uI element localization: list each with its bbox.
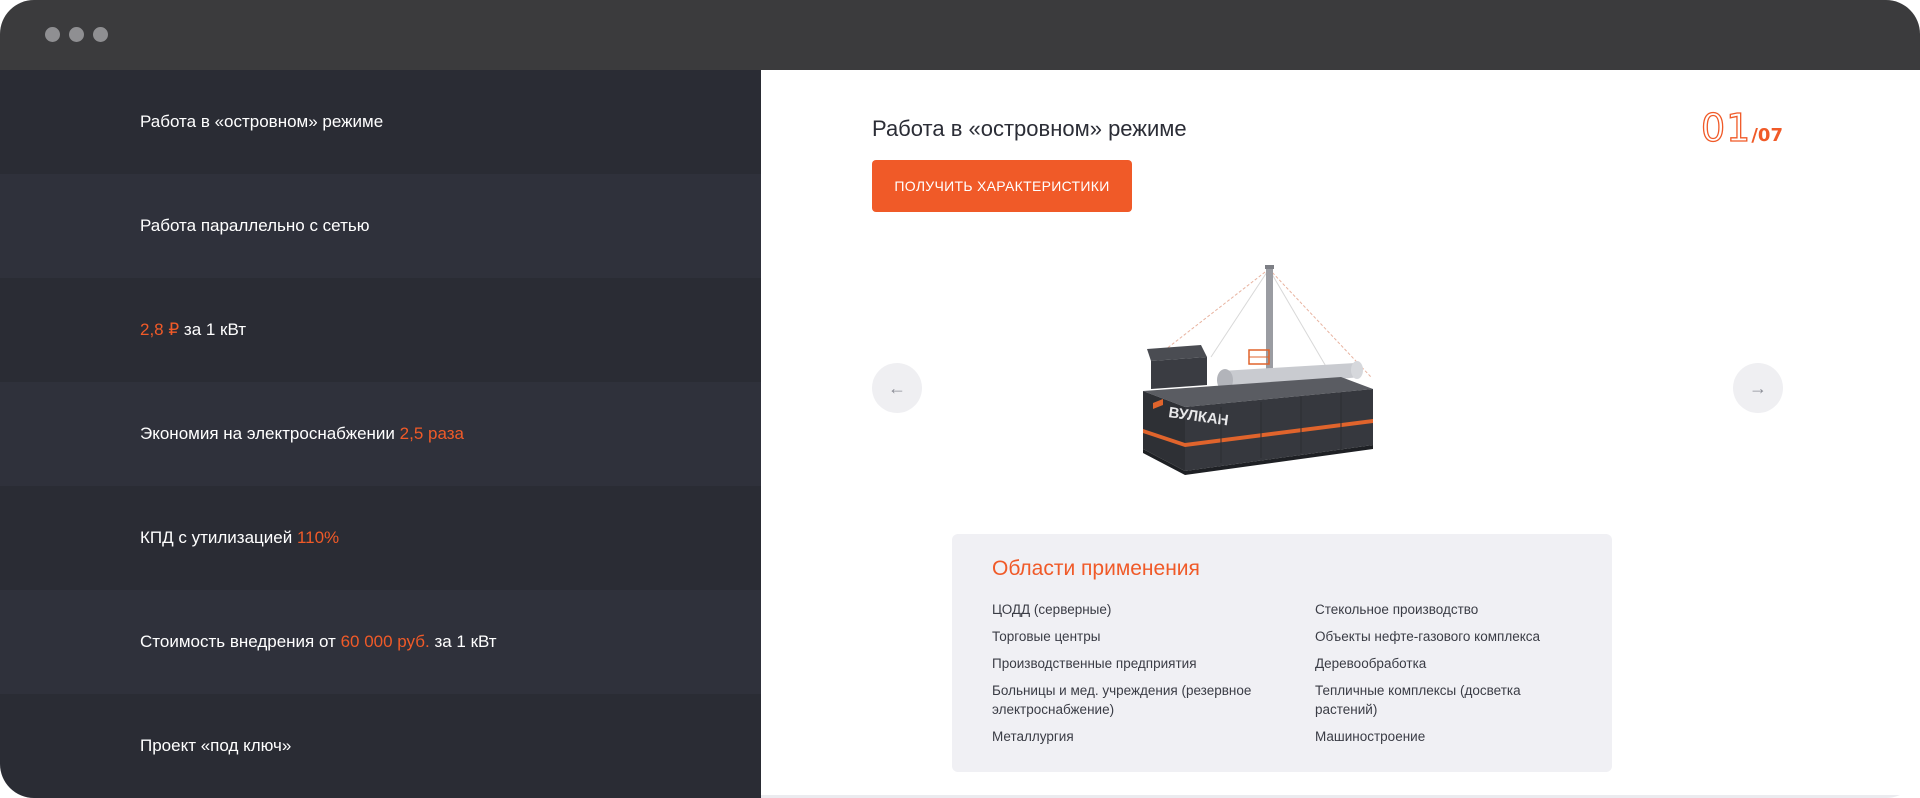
sidebar-item-price-per-kw[interactable]: 2,8 ₽ за 1 кВт [0, 278, 761, 382]
sidebar-item-text: Экономия на электроснабжении 2,5 раза [140, 424, 464, 443]
applications-column-left: ЦОДД (серверные) Торговые центры Произво… [992, 600, 1262, 754]
sidebar-item-text: Проект «под ключ» [140, 736, 292, 755]
sidebar-item-text: Стоимость внедрения от 60 000 руб. за 1 … [140, 632, 497, 651]
list-item: Тепличные комплексы (досветка растений) [1315, 683, 1521, 717]
sidebar-item-implementation-cost[interactable]: Стоимость внедрения от 60 000 руб. за 1 … [0, 590, 761, 694]
list-item: Машиностроение [1315, 729, 1426, 744]
applications-column-right: Стекольное производство Объекты нефте-га… [1315, 600, 1585, 754]
list-item: Производственные предприятия [992, 656, 1197, 671]
arrow-left-icon: ← [888, 377, 906, 398]
list-item: Торговые центры [992, 629, 1101, 644]
applications-panel: Области применения ЦОДД (серверные) Торг… [952, 534, 1612, 772]
sidebar-item-grid-parallel[interactable]: Работа параллельно с сетью [0, 174, 761, 278]
next-slide-button[interactable]: → [1733, 363, 1783, 413]
window-control-dot[interactable] [69, 27, 84, 42]
sidebar-item-text: 2,8 ₽ за 1 кВт [140, 320, 247, 339]
slide-content: Работа в «островном» режиме 01/07 ПОЛУЧИ… [761, 70, 1920, 798]
window-control-dot[interactable] [93, 27, 108, 42]
generator-container-image: ВУЛКАН [1143, 265, 1373, 475]
sidebar-item-savings[interactable]: Экономия на электроснабжении 2,5 раза [0, 382, 761, 486]
sidebar-item-text: КПД с утилизацией 110% [140, 528, 340, 547]
browser-window: Работа в «островном» режиме Работа парал… [0, 0, 1920, 798]
list-item: Больницы и мед. учреждения (резервное эл… [992, 683, 1252, 717]
sidebar-item-island-mode[interactable]: Работа в «островном» режиме [0, 70, 761, 174]
list-item: Стекольное производство [1315, 602, 1479, 617]
list-item: Деревообработка [1315, 656, 1427, 671]
slide-counter-current: 01 [1700, 105, 1752, 150]
list-item: Металлургия [992, 729, 1074, 744]
list-item: Объекты нефте-газового комплекса [1315, 629, 1541, 644]
slide-counter-total: /07 [1751, 125, 1783, 146]
slide-counter: 01/07 [1700, 105, 1783, 150]
list-item: ЦОДД (серверные) [992, 602, 1112, 617]
sidebar-item-efficiency[interactable]: КПД с утилизацией 110% [0, 486, 761, 590]
features-sidebar: Работа в «островном» режиме Работа парал… [0, 70, 761, 798]
applications-title: Области применения [992, 557, 1200, 580]
sidebar-item-text: Работа параллельно с сетью [140, 216, 370, 235]
get-specs-button[interactable]: ПОЛУЧИТЬ ХАРАКТЕРИСТИКИ [872, 160, 1132, 212]
arrow-right-icon: → [1749, 377, 1767, 398]
window-control-dot[interactable] [45, 27, 60, 42]
prev-slide-button[interactable]: ← [872, 363, 922, 413]
sidebar-item-turnkey[interactable]: Проект «под ключ» [0, 694, 761, 798]
sidebar-item-text: Работа в «островном» режиме [140, 112, 384, 131]
slide-title: Работа в «островном» режиме [872, 116, 1187, 141]
window-titlebar [0, 0, 1920, 70]
